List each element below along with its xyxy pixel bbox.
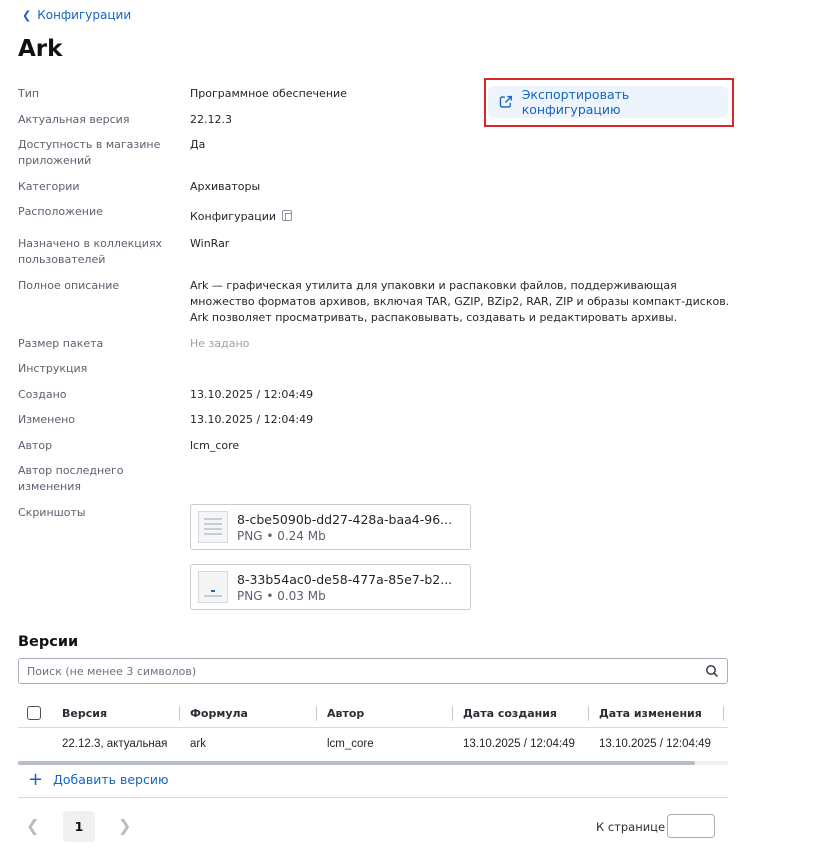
- prop-author-value: lcm_core: [190, 439, 240, 452]
- column-header-modified[interactable]: Дата изменения: [599, 706, 702, 722]
- prop-categories-value: Архиваторы: [190, 180, 261, 193]
- export-config-label: Экспортировать конфигурацию: [521, 87, 630, 117]
- export-config-button[interactable]: Экспортировать конфигурацию: [488, 86, 728, 118]
- prop-type-value: Программное обеспечение: [190, 87, 347, 100]
- prop-version-label: Актуальная версия: [18, 113, 130, 126]
- prop-collections-label: Назначено в коллекциях пользователей: [18, 237, 163, 266]
- prop-last-author-label: Автор последнего изменения: [18, 464, 124, 493]
- chevron-right-icon[interactable]: ❯: [118, 816, 131, 835]
- screenshot-file-meta: PNG • 0.03 Mb: [237, 588, 326, 603]
- divider: [18, 797, 728, 798]
- add-version-label: Добавить версию: [53, 772, 169, 787]
- screenshot-file-name: 8-cbe5090b-dd27-428a-baa4-96...: [237, 511, 453, 527]
- scrollbar-thumb[interactable]: [18, 761, 695, 765]
- prop-package-size-value: Не задано: [190, 337, 250, 350]
- prop-categories-label: Категории: [18, 180, 80, 193]
- page-number-button[interactable]: 1: [63, 811, 95, 842]
- prop-description-label: Полное описание: [18, 279, 120, 292]
- prop-modified-label: Изменено: [18, 413, 76, 426]
- prop-modified-value: 13.10.2025 / 12:04:49: [190, 413, 314, 426]
- search-icon[interactable]: [705, 664, 719, 678]
- image-thumbnail-icon: [198, 511, 228, 543]
- screenshot-file-meta: PNG • 0.24 Mb: [237, 528, 326, 543]
- plus-icon: +: [28, 768, 44, 790]
- prop-version-value: 22.12.3: [190, 113, 232, 126]
- prop-screenshots-label: Скриншоты: [18, 506, 86, 519]
- prop-collections-value: WinRar: [190, 237, 230, 250]
- prop-created-value: 13.10.2025 / 12:04:49: [190, 388, 314, 401]
- cell-formula: ark: [190, 738, 206, 750]
- cell-version: 22.12.3, актуальная: [62, 738, 168, 750]
- column-header-created[interactable]: Дата создания: [463, 706, 557, 722]
- prop-location-label: Расположение: [18, 205, 103, 218]
- cell-author: lcm_core: [327, 738, 374, 750]
- screenshot-file-name: 8-33b54ac0-de58-477a-85e7-b2...: [237, 571, 453, 587]
- page-title: Ark: [18, 36, 63, 62]
- prop-store-label: Доступность в магазине приложений: [18, 138, 161, 167]
- screenshot-file-1[interactable]: 8-cbe5090b-dd27-428a-baa4-96... PNG • 0.…: [190, 504, 471, 550]
- prop-type-label: Тип: [18, 87, 40, 100]
- column-header-author[interactable]: Автор: [327, 706, 364, 722]
- screenshot-file-2[interactable]: 8-33b54ac0-de58-477a-85e7-b2... PNG • 0.…: [190, 564, 471, 610]
- table-row[interactable]: 22.12.3, актуальная ark lcm_core 13.10.2…: [18, 729, 728, 761]
- image-thumbnail-icon: [198, 571, 228, 603]
- cell-created: 13.10.2025 / 12:04:49: [463, 738, 575, 750]
- prop-description-value: Ark — графическая утилита для упаковки и…: [190, 279, 730, 324]
- select-all-checkbox[interactable]: [27, 706, 41, 720]
- versions-search-input[interactable]: [27, 664, 705, 678]
- copy-icon[interactable]: [282, 210, 293, 221]
- prop-location-text: Конфигурации: [190, 210, 277, 223]
- versions-search-box: [18, 658, 728, 684]
- table-header-row: Версия Формула Автор Дата создания Дата …: [18, 700, 728, 728]
- add-version-button[interactable]: + Добавить версию: [28, 768, 169, 790]
- prop-author-label: Автор: [18, 439, 53, 452]
- versions-section-title: Версии: [18, 634, 79, 650]
- column-header-formula[interactable]: Формула: [190, 706, 248, 722]
- horizontal-scrollbar[interactable]: [18, 761, 728, 765]
- chevron-left-icon[interactable]: ❮: [26, 816, 39, 835]
- external-link-icon: [499, 95, 512, 108]
- prop-created-label: Создано: [18, 388, 67, 401]
- column-header-version[interactable]: Версия: [62, 706, 107, 722]
- chevron-left-icon: ❮: [22, 8, 32, 22]
- prop-package-size-label: Размер пакета: [18, 337, 104, 350]
- prop-location-value: Конфигурации: [190, 209, 293, 225]
- per-page-label: К странице: [596, 820, 666, 834]
- cell-modified: 13.10.2025 / 12:04:49: [599, 738, 711, 750]
- back-link-label: Конфигурации: [37, 8, 132, 22]
- prop-instruction-label: Инструкция: [18, 362, 88, 375]
- prop-store-value: Да: [190, 138, 206, 151]
- per-page-input[interactable]: [667, 814, 715, 838]
- back-link[interactable]: ❮ Конфигурации: [22, 8, 131, 22]
